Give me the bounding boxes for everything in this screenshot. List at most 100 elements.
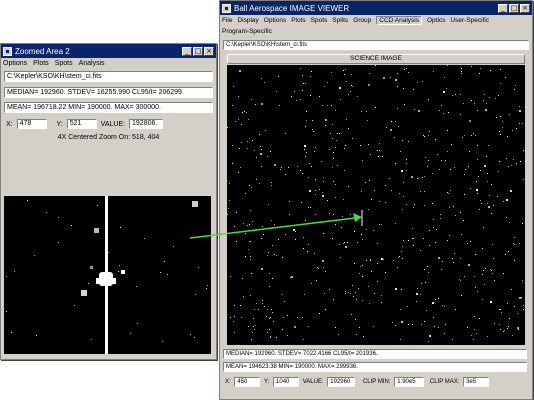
menu-plots[interactable]: Plots	[291, 17, 305, 24]
menu-analysis[interactable]: Analysis	[79, 60, 105, 67]
minimize-button[interactable]: _	[498, 3, 508, 13]
star-speck	[261, 149, 262, 150]
star-speck	[337, 133, 338, 134]
star-speck	[358, 288, 359, 289]
star-speck	[375, 65, 376, 66]
star-speck	[386, 127, 387, 128]
menu-program-specific[interactable]: Program-Specific	[222, 28, 272, 35]
star-speck	[344, 242, 345, 243]
star-speck	[340, 99, 341, 100]
star-speck	[267, 255, 268, 256]
star-speck	[258, 309, 259, 310]
menu-options[interactable]: Options	[3, 60, 27, 67]
star-speck	[368, 286, 369, 287]
star-speck	[46, 212, 47, 213]
y-field[interactable]: 1040	[273, 377, 300, 387]
maximize-button[interactable]: □	[193, 46, 203, 56]
star-speck	[402, 258, 403, 259]
star-speck	[391, 190, 392, 191]
value-field[interactable]: 192806.	[129, 119, 164, 129]
star-speck	[478, 176, 479, 177]
maximize-button[interactable]: □	[509, 3, 519, 13]
star-speck	[468, 264, 470, 266]
star-speck	[475, 135, 476, 136]
star-speck	[447, 130, 448, 131]
star-speck	[249, 185, 250, 186]
viewer-window-titlebar[interactable]: Ball Aerospace IMAGE VIEWER _ □ ×	[220, 1, 532, 15]
star-speck	[516, 163, 517, 164]
star-speck	[300, 170, 301, 171]
star-speck	[486, 156, 487, 157]
star-speck	[254, 309, 255, 310]
star-speck	[461, 71, 462, 72]
y-field[interactable]: 521	[66, 119, 97, 129]
star-speck	[509, 114, 510, 115]
star-speck	[474, 329, 475, 330]
star-speck	[247, 141, 248, 142]
menu-user-specific[interactable]: User-Specific	[450, 17, 489, 24]
star-speck	[255, 325, 256, 326]
menu-ccd-analysis[interactable]: CCD Analysis	[376, 16, 422, 25]
star-speck	[439, 169, 440, 170]
star-speck	[253, 326, 254, 327]
menu-options[interactable]: Options	[264, 17, 286, 24]
star-speck	[498, 95, 499, 96]
clip-min-field[interactable]: 1.90e5	[394, 377, 425, 387]
menu-display[interactable]: Display	[237, 17, 258, 24]
star-speck	[362, 265, 363, 266]
science-image[interactable]	[227, 65, 525, 345]
x-field[interactable]: 450	[234, 377, 261, 387]
star-speck	[518, 329, 519, 330]
minimize-button[interactable]: _	[182, 46, 192, 56]
star-speck	[440, 218, 441, 219]
close-button[interactable]: ×	[204, 46, 214, 56]
menu-splits[interactable]: Splits	[332, 17, 348, 24]
star-speck	[506, 158, 507, 159]
zoomed-image[interactable]	[4, 196, 211, 354]
star-speck	[348, 292, 349, 293]
star-speck	[433, 71, 434, 72]
star-speck	[403, 196, 404, 197]
menu-group[interactable]: Group	[353, 17, 371, 24]
star-speck	[461, 68, 462, 69]
star-speck	[491, 213, 492, 214]
star-speck	[308, 207, 309, 208]
star-speck	[319, 96, 320, 97]
star-speck	[512, 335, 513, 336]
star-speck	[335, 184, 336, 185]
star-speck	[369, 180, 370, 181]
menu-optics[interactable]: Optics	[427, 17, 445, 24]
star-speck	[280, 169, 281, 170]
star-speck	[418, 178, 419, 179]
y-label: Y:	[56, 120, 63, 128]
menu-spots[interactable]: Spots	[55, 60, 73, 67]
clip-max-field[interactable]: 3e5	[463, 377, 490, 387]
viewer-menubar-row2: Program-Specific	[220, 26, 532, 37]
star-speck	[517, 313, 518, 314]
star-speck	[453, 262, 454, 263]
star-speck	[289, 214, 290, 215]
star-speck	[483, 270, 484, 271]
x-label: X:	[6, 120, 13, 128]
star-speck	[423, 135, 424, 136]
x-field[interactable]: 478	[16, 119, 47, 129]
star-speck	[303, 83, 304, 84]
star-speck	[271, 309, 272, 310]
menu-file[interactable]: File	[222, 17, 232, 24]
zoom-window-titlebar[interactable]: Zoomed Area 2 _ □ ×	[1, 44, 216, 58]
star-speck	[194, 203, 195, 204]
star-speck	[483, 100, 484, 101]
star-speck	[479, 209, 480, 210]
star-speck	[297, 317, 298, 318]
star-speck	[464, 174, 465, 175]
close-button[interactable]: ×	[520, 3, 530, 13]
value-field[interactable]: 192960	[327, 377, 356, 387]
star-speck	[486, 103, 487, 104]
zoom-caption: 4X Centered Zoom On: 518, 404	[57, 134, 160, 141]
menu-spots[interactable]: Spots	[311, 17, 328, 24]
star-speck	[421, 283, 422, 284]
star-speck	[312, 129, 313, 130]
star-speck	[506, 199, 508, 201]
star-speck	[314, 253, 315, 254]
menu-plots[interactable]: Plots	[33, 60, 49, 67]
